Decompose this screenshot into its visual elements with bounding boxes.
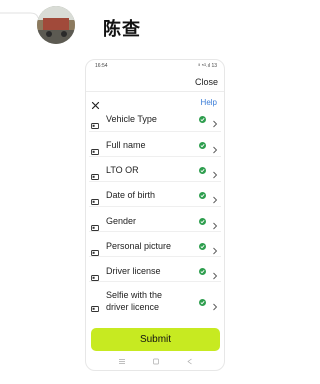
id-card-icon (91, 268, 99, 281)
check-circle-icon (199, 192, 206, 199)
avatar[interactable] (37, 6, 75, 44)
home-icon[interactable] (152, 358, 160, 365)
chevron-right-icon (212, 115, 218, 128)
check-circle-icon (199, 116, 206, 123)
id-card-icon (91, 243, 99, 256)
chevron-right-icon (212, 166, 218, 179)
list-item-lto-or[interactable]: LTO OR (86, 157, 224, 182)
close-icon[interactable] (91, 97, 100, 110)
android-nav-bar (86, 354, 224, 370)
check-circle-icon (199, 142, 206, 149)
list-item-driver-license[interactable]: Driver license (86, 257, 224, 282)
id-card-icon (91, 299, 99, 312)
list-item-label: Vehicle Type (106, 114, 157, 124)
submit-button[interactable]: Submit (91, 328, 220, 351)
list-item-label: Date of birth (106, 190, 156, 200)
list-item-personal-picture[interactable]: Personal picture (86, 232, 224, 257)
screen: 陈查 16:54 ᴵᴵ ⁵ᴳ.ıl 13 Close Help Vehicle … (0, 0, 273, 384)
list-item-label: Full name (106, 140, 146, 150)
close-button[interactable]: Close (195, 77, 218, 87)
status-time: 16:54 (95, 63, 108, 69)
status-icons: ᴵᴵ ⁵ᴳ.ıl 13 (198, 63, 217, 69)
chevron-right-icon (212, 217, 218, 230)
chevron-right-icon (212, 191, 218, 204)
chevron-right-icon (212, 267, 218, 280)
phone-screenshot: 16:54 ᴵᴵ ⁵ᴳ.ıl 13 Close Help Vehicle Typ… (85, 59, 225, 371)
back-icon[interactable] (186, 358, 194, 365)
chevron-right-icon (212, 298, 218, 311)
list-item-date-of-birth[interactable]: Date of birth (86, 182, 224, 207)
check-circle-icon (199, 167, 206, 174)
list-item-label: Driver license (106, 266, 161, 276)
list-item-label-line1: Selfie with the (106, 290, 163, 300)
id-card-icon (91, 116, 99, 129)
id-card-icon (91, 192, 99, 205)
check-circle-icon (199, 268, 206, 275)
id-card-icon (91, 142, 99, 155)
check-circle-icon (199, 218, 206, 225)
id-card-icon (91, 167, 99, 180)
list-item-label-line2: driver licence (106, 302, 160, 312)
status-bar: 16:54 ᴵᴵ ⁵ᴳ.ıl 13 (86, 60, 224, 71)
check-circle-icon (199, 299, 206, 306)
chevron-right-icon (212, 242, 218, 255)
list-item-full-name[interactable]: Full name (86, 132, 224, 157)
chevron-right-icon (212, 141, 218, 154)
list-item-vehicle-type[interactable]: Vehicle Type (86, 107, 224, 132)
list-item-label: LTO OR (106, 165, 139, 175)
help-link[interactable]: Help (201, 98, 217, 107)
list-item-selfie-with-license[interactable]: Selfie with the driver licence (86, 284, 224, 320)
check-circle-icon (199, 243, 206, 250)
divider (86, 91, 224, 92)
divider (89, 281, 221, 282)
contact-name: 陈查 (103, 19, 141, 40)
list-item-label: Gender (106, 216, 137, 226)
list-item-gender[interactable]: Gender (86, 207, 224, 232)
list-item-label: Personal picture (106, 241, 172, 251)
menu-icon[interactable] (118, 358, 126, 365)
id-card-icon (91, 218, 99, 231)
